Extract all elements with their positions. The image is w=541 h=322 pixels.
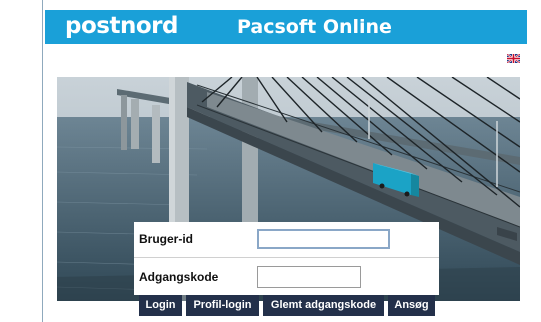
password-input[interactable] [257,266,361,288]
page-frame-line [42,0,43,322]
forgot-password-button[interactable]: Glemt adgangskode [263,295,384,316]
password-row: Adgangskode [134,260,439,295]
profile-login-button-label: Profil-login [193,299,252,311]
postnord-logo: postnord [65,13,178,39]
apply-button-label: Ansøg [394,299,429,311]
apply-button[interactable]: Ansøg [388,295,435,316]
user-id-row: Bruger-id [134,222,439,257]
login-button-label: Login [145,299,176,311]
profile-login-button[interactable]: Profil-login [186,295,259,316]
login-button[interactable]: Login [139,295,182,316]
user-id-label: Bruger-id [139,232,193,246]
login-form: Bruger-id Adgangskode [134,222,439,295]
password-label: Adgangskode [139,270,219,284]
header-banner: postnord Pacsoft Online [45,10,527,44]
forgot-password-button-label: Glemt adgangskode [270,299,377,311]
uk-flag-icon[interactable] [507,54,520,63]
user-id-input[interactable] [257,229,390,249]
app-title: Pacsoft Online [237,16,392,38]
